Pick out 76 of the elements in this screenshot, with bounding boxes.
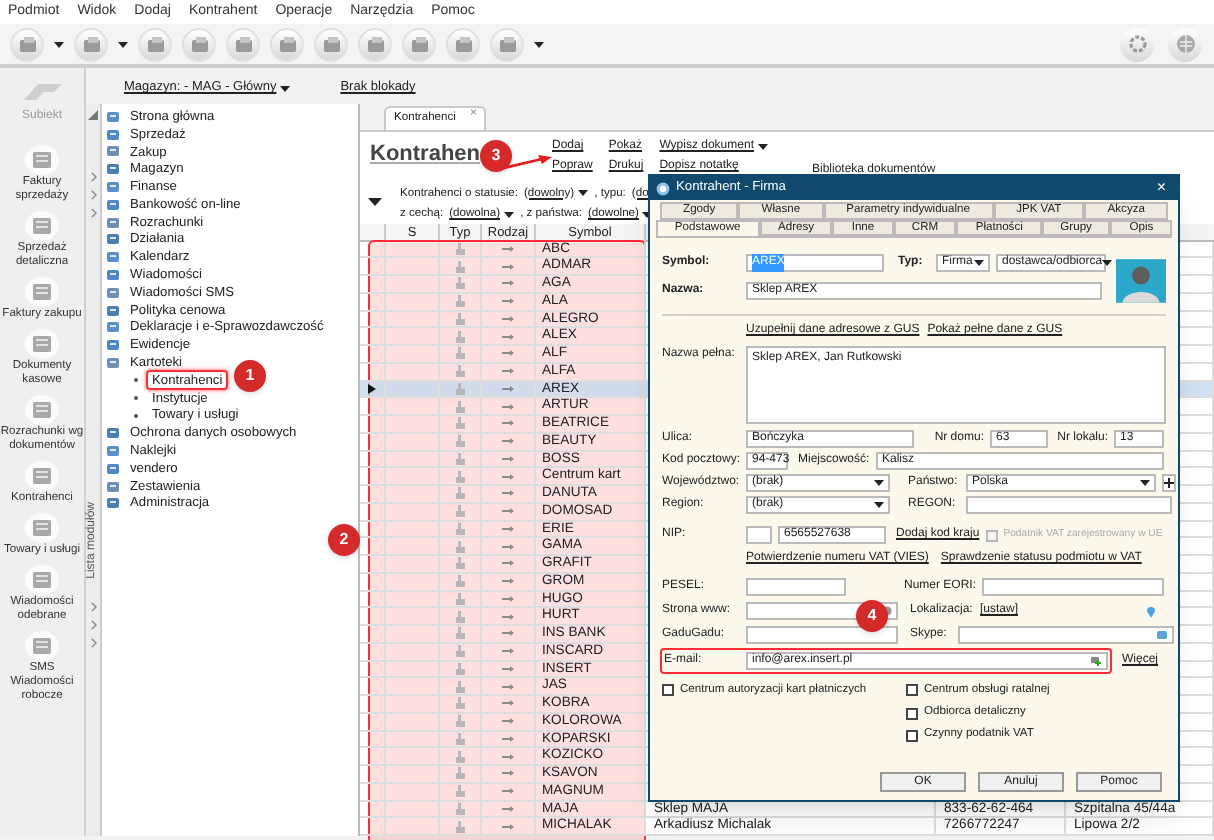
document-icon: [17, 35, 37, 53]
globe-icon: [1175, 34, 1195, 54]
add-button[interactable]: [1162, 474, 1176, 492]
document-icon: [24, 394, 60, 426]
module-icon: [106, 426, 120, 441]
module-icon: [106, 338, 120, 353]
checkbox[interactable]: [906, 684, 918, 697]
module-icon: [106, 109, 120, 124]
caret-icon: [1140, 480, 1150, 486]
toolbar-button[interactable]: [490, 27, 524, 61]
document-icon: [277, 35, 297, 53]
page-title: Kontrahen: [370, 141, 480, 166]
plus-icon: [1164, 478, 1174, 488]
checkbox[interactable]: [906, 707, 918, 720]
caret-icon: [974, 260, 984, 266]
document-icon: [24, 460, 60, 492]
toolbar-button[interactable]: [1120, 27, 1154, 61]
document-icon: [409, 35, 429, 53]
document-icon: [453, 35, 473, 53]
document-icon: [365, 35, 385, 53]
close-button[interactable]: ×: [1156, 176, 1172, 200]
caret-icon: [1102, 260, 1113, 266]
checkbox[interactable]: [662, 684, 674, 697]
toolbar-button[interactable]: [10, 27, 44, 61]
module-icon: [106, 162, 120, 177]
document-icon: [24, 328, 60, 360]
input-field[interactable]: [746, 626, 898, 644]
document-icon: [321, 35, 341, 53]
toolbar-button[interactable]: [358, 27, 392, 61]
caret-icon: [578, 190, 589, 197]
module-icon: [106, 250, 120, 265]
input-field[interactable]: [958, 626, 1174, 644]
document-icon: [24, 210, 60, 242]
checkbox[interactable]: [906, 729, 918, 742]
logo-icon: [18, 80, 66, 104]
toolbar-button[interactable]: [74, 27, 108, 61]
toolbar-button[interactable]: [446, 27, 480, 61]
arrow-drawing: [504, 154, 552, 170]
caret-icon: [874, 480, 884, 486]
corner-icon: [88, 110, 98, 120]
input-field[interactable]: [746, 578, 846, 596]
expand-icon: [368, 197, 382, 205]
toolbar-button[interactable]: [402, 27, 436, 61]
caret-icon: [280, 85, 291, 92]
input-field[interactable]: [966, 496, 1172, 514]
caret-icon: [534, 41, 544, 47]
toolbar-button[interactable]: [270, 27, 304, 61]
document-icon: [24, 564, 60, 596]
pin-icon: [1146, 605, 1156, 617]
document-icon: [24, 512, 60, 544]
document-icon: [497, 35, 517, 53]
caret-icon: [118, 41, 128, 47]
caret-icon: [54, 41, 64, 47]
gear-icon: [1127, 34, 1147, 54]
document-icon: [233, 35, 253, 53]
toolbar-button[interactable]: [1168, 27, 1202, 61]
caret-icon: [874, 502, 884, 508]
document-icon: [24, 144, 60, 176]
document-icon: [24, 630, 60, 662]
avatar-icon: [1116, 254, 1166, 308]
toolbar-button[interactable]: [138, 27, 172, 61]
row-pointer-icon: [368, 383, 376, 394]
document-icon: [189, 35, 209, 53]
document-icon: [145, 35, 165, 53]
document-icon: [24, 276, 60, 308]
chat-icon: [1156, 630, 1168, 640]
document-icon: [81, 35, 101, 53]
input-field[interactable]: [746, 526, 772, 544]
toolbar-button[interactable]: [226, 27, 260, 61]
input-field[interactable]: [982, 578, 1164, 596]
mail-add-icon: [1090, 656, 1102, 666]
app-icon: [656, 181, 670, 195]
toolbar-button[interactable]: [182, 27, 216, 61]
caret-icon: [504, 212, 515, 219]
module-icon: [106, 356, 120, 371]
toolbar-button[interactable]: [314, 27, 348, 61]
